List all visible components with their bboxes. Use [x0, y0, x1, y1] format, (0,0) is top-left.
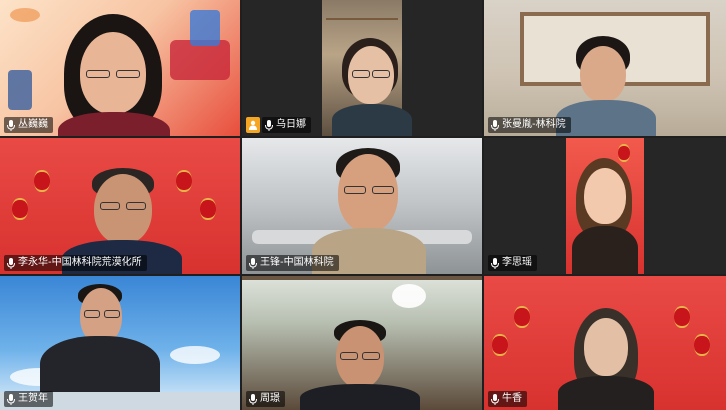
participant-name-label: 李思瑶 [488, 255, 537, 271]
participant-name-label: 张曼胤-林科院 [488, 117, 571, 133]
microphone-icon [249, 393, 257, 405]
host-person-icon [246, 117, 260, 133]
lantern-decoration [34, 170, 50, 192]
microphone-icon [491, 393, 499, 405]
participant-face [580, 46, 626, 102]
background-decoration [10, 8, 40, 22]
video-tile-6[interactable]: 李思瑶 [484, 138, 726, 274]
participant-name-label: 王贺年 [4, 391, 53, 407]
lantern-decoration [674, 306, 690, 328]
participant-name: 王贺年 [18, 393, 48, 404]
video-tile-7[interactable]: 王贺年 [0, 276, 240, 410]
participant-name: 王锋-中国林科院 [260, 257, 334, 268]
participant-body [40, 336, 160, 396]
participant-name-label: 周璟 [246, 391, 285, 407]
background-decoration [190, 10, 220, 46]
participant-body [300, 384, 420, 410]
video-tile-8[interactable]: 周璟 [242, 276, 482, 410]
glasses [84, 310, 100, 318]
video-grid: 丛巍巍 乌日娜 张曼胤-林科院 李永华-中国林科院荒漠化所 王锋-中国林科院 李… [0, 0, 726, 410]
video-tile-5-active-speaker[interactable]: 王锋-中国林科院 [242, 138, 482, 274]
window-frame [242, 276, 482, 280]
lantern-decoration [12, 198, 28, 220]
glasses [372, 186, 394, 194]
lantern-decoration [176, 170, 192, 192]
microphone-icon [7, 119, 15, 131]
lantern-decoration [200, 198, 216, 220]
microphone-icon [249, 257, 257, 269]
glasses [126, 202, 146, 210]
background-decoration [8, 70, 32, 110]
glasses [104, 310, 120, 318]
microphone-icon [491, 119, 499, 131]
participant-name-label: 王锋-中国林科院 [246, 255, 339, 271]
glasses [372, 70, 390, 78]
participant-name: 周璟 [260, 393, 280, 404]
participant-name: 李思瑶 [502, 257, 532, 268]
participant-name-label: 乌日娜 [262, 117, 311, 133]
participant-body [556, 100, 656, 136]
lantern-decoration [618, 144, 630, 162]
participant-name-label: 丛巍巍 [4, 117, 53, 133]
lantern-decoration [492, 334, 508, 356]
video-tile-9[interactable]: 牛香 [484, 276, 726, 410]
microphone-icon [7, 393, 15, 405]
glasses [344, 186, 366, 194]
participant-name-label: 牛香 [488, 391, 527, 407]
background-decoration [170, 40, 230, 80]
lantern-decoration [694, 334, 710, 356]
participant-name: 丛巍巍 [18, 119, 48, 130]
video-tile-1[interactable]: 丛巍巍 [0, 0, 240, 136]
participant-body [332, 104, 412, 136]
video-tile-4[interactable]: 李永华-中国林科院荒漠化所 [0, 138, 240, 274]
participant-name: 李永华-中国林科院荒漠化所 [18, 257, 142, 268]
microphone-icon [491, 257, 499, 269]
video-tile-2[interactable]: 乌日娜 [242, 0, 482, 136]
participant-face [584, 168, 626, 224]
glasses [116, 70, 140, 78]
microphone-icon [265, 119, 273, 131]
participant-face [584, 318, 628, 376]
lantern-decoration [514, 306, 530, 328]
glasses [340, 352, 358, 360]
glasses [100, 202, 120, 210]
participant-body [572, 226, 638, 274]
light-glare [392, 284, 426, 308]
cloud-decoration [170, 346, 220, 364]
glasses [362, 352, 380, 360]
glasses [86, 70, 110, 78]
microphone-icon [7, 257, 15, 269]
participant-name: 乌日娜 [276, 119, 306, 130]
participant-name: 牛香 [502, 393, 522, 404]
participant-name-label: 李永华-中国林科院荒漠化所 [4, 255, 147, 271]
video-tile-3[interactable]: 张曼胤-林科院 [484, 0, 726, 136]
participant-body [558, 376, 654, 410]
participant-name: 张曼胤-林科院 [502, 119, 566, 130]
glasses [352, 70, 370, 78]
bookshelf [326, 18, 398, 20]
